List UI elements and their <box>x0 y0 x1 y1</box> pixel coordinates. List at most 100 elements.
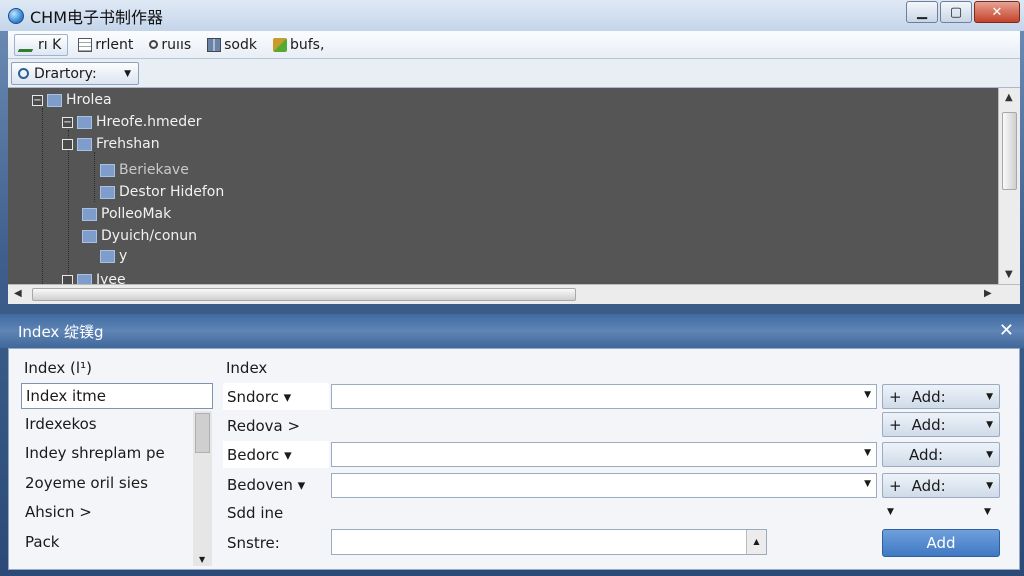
tree-node-label: y <box>119 248 128 264</box>
tree-node-label: Hreofe.hmeder <box>96 114 202 130</box>
maximize-button[interactable]: ▢ <box>940 1 972 23</box>
folder-icon <box>100 185 115 199</box>
list-item[interactable]: 2oyeme oril sies <box>25 474 148 492</box>
directory-bar: Drartory: ▼ <box>8 59 1020 88</box>
search-icon <box>18 68 29 79</box>
tree-node[interactable]: y <box>100 246 127 266</box>
index-search-input[interactable]: Index itme <box>21 383 213 409</box>
close-button[interactable]: ✕ <box>974 1 1020 23</box>
tree-vertical-scrollbar[interactable]: ▲ ▼ <box>998 88 1020 284</box>
folder-icon <box>82 207 97 221</box>
scroll-left-icon[interactable]: ◀ <box>14 288 22 299</box>
index-properties-heading: Index <box>226 359 268 377</box>
tree-node[interactable]: Jyee <box>62 270 126 284</box>
tree-node-label: Jyee <box>96 272 126 284</box>
directory-label: Drartory: <box>34 65 97 82</box>
folder-icon <box>77 273 92 284</box>
toolbar-label: rrlent <box>95 36 134 53</box>
scroll-up-icon[interactable]: ▲ <box>1005 92 1013 103</box>
snstre-input[interactable]: ▲ <box>331 529 767 555</box>
toolbar: rı K rrlent ruııs sodk bufs, <box>8 31 1020 59</box>
list-item[interactable]: Indey shreplam pe <box>25 444 165 462</box>
index-dialog: Index (l¹) Index itme Irdexekos Indey sh… <box>8 348 1020 570</box>
plus-icon: + <box>889 387 902 406</box>
tree-horizontal-scrollbar[interactable]: ◀ ▶ <box>8 284 1020 304</box>
tree-node[interactable]: Frehshan <box>62 134 160 154</box>
scroll-thumb[interactable] <box>1002 112 1017 190</box>
brush-icon <box>272 37 287 52</box>
toolbar-button-build[interactable]: bufs, <box>267 35 330 55</box>
scroll-thumb[interactable] <box>195 413 210 453</box>
scroll-thumb[interactable] <box>32 288 576 301</box>
collapse-icon[interactable]: − <box>62 116 73 128</box>
add-button[interactable]: Add <box>882 529 1000 557</box>
tree-guide-line <box>42 108 43 284</box>
document-icon <box>78 37 93 52</box>
toolbar-label: sodk <box>224 36 257 53</box>
list-item[interactable]: Ahsicn > <box>25 503 92 521</box>
add-dropdown[interactable]: + Add: ▼ <box>882 473 1000 498</box>
field-label: Sdd ine <box>227 503 284 522</box>
folder-icon <box>77 115 92 129</box>
close-icon[interactable]: ✕ <box>999 320 1014 341</box>
field-input[interactable]: ▼ <box>331 384 877 409</box>
tree-node[interactable]: Destor Hidefon <box>100 182 224 202</box>
tree-node-label: Destor Hidefon <box>119 184 225 200</box>
scroll-down-icon[interactable]: ▼ <box>1005 269 1013 280</box>
expand-icon[interactable] <box>62 138 73 150</box>
chevron-down-icon: ▼ <box>986 480 993 491</box>
spinner-icon[interactable]: ▲ <box>746 530 766 554</box>
index-list[interactable]: Irdexekos Indey shreplam pe 2oyeme oril … <box>21 411 213 566</box>
collapse-icon[interactable]: − <box>32 94 43 106</box>
field-input[interactable]: ▼ <box>331 473 877 498</box>
minimize-button[interactable]: ▁ <box>906 1 938 23</box>
chevron-down-icon[interactable]: ▼ <box>984 502 991 522</box>
chevron-down-icon: ▼ <box>986 419 993 430</box>
grid-icon <box>207 37 222 52</box>
field-label: Snstre: <box>227 533 280 552</box>
toolbar-label: rı K <box>38 36 62 53</box>
tree-node[interactable]: Dyuich/conun <box>82 226 197 246</box>
toolbar-button-link[interactable]: rı K <box>14 33 69 56</box>
index-list-label: Index (l¹) <box>24 359 92 377</box>
index-list-scrollbar[interactable]: ▼ <box>193 411 212 566</box>
folder-icon <box>82 229 97 243</box>
directory-dropdown[interactable]: Drartory: ▼ <box>11 62 139 85</box>
list-item[interactable]: Pack <box>25 533 60 551</box>
tree-node[interactable]: PolleoMak <box>82 204 171 224</box>
app-icon <box>8 7 24 24</box>
tree-node[interactable]: Beriekave <box>100 160 189 180</box>
title-bar: CHM电子书制作器 ▁ ▢ ✕ <box>0 0 1024 31</box>
chevron-down-icon[interactable]: ▼ <box>864 448 871 458</box>
expand-icon[interactable] <box>62 274 73 284</box>
tree-node[interactable]: − Hrolea <box>32 90 112 110</box>
toolbar-button-rules[interactable]: ruııs <box>143 35 197 55</box>
directory-tree[interactable]: − Hrolea − Hreofe.hmeder Frehshan Beriek… <box>8 88 998 284</box>
toolbar-button-print[interactable]: rrlent <box>72 35 139 55</box>
field-input[interactable]: ▼ <box>331 442 877 467</box>
list-item[interactable]: Irdexekos <box>25 415 97 433</box>
tree-node[interactable]: − Hreofe.hmeder <box>62 112 202 132</box>
add-dropdown[interactable]: Add: ▼ <box>882 442 1000 467</box>
chevron-down-icon: ▼ <box>986 391 993 402</box>
plus-icon: + <box>889 476 902 495</box>
chevron-down-icon[interactable]: ▼ <box>864 390 871 400</box>
tree-node-label: PolleoMak <box>101 206 172 222</box>
add-dropdown[interactable]: + Add: ▼ <box>882 384 1000 409</box>
field-label[interactable]: Redova > <box>223 412 329 439</box>
field-label[interactable]: Bedoven ▾ <box>223 471 329 498</box>
toolbar-button-stock[interactable]: sodk <box>201 35 263 55</box>
tree-node-label: Beriekave <box>119 162 189 178</box>
add-dropdown[interactable]: + Add: ▼ <box>882 412 1000 437</box>
add-label: Add: <box>911 476 946 495</box>
key-icon <box>149 40 159 49</box>
tree-node-label: Frehshan <box>96 136 160 152</box>
scroll-right-icon[interactable]: ▶ <box>984 288 992 299</box>
chevron-down-icon[interactable]: ▼ <box>887 502 894 522</box>
chevron-down-icon[interactable]: ▼ <box>864 479 871 489</box>
plus-icon: + <box>889 415 902 434</box>
scroll-down-icon[interactable]: ▼ <box>199 555 205 564</box>
field-label[interactable]: Sndorc ▾ <box>223 383 329 410</box>
field-label[interactable]: Bedorc ▾ <box>223 441 329 468</box>
add-label: Add: <box>911 415 946 434</box>
